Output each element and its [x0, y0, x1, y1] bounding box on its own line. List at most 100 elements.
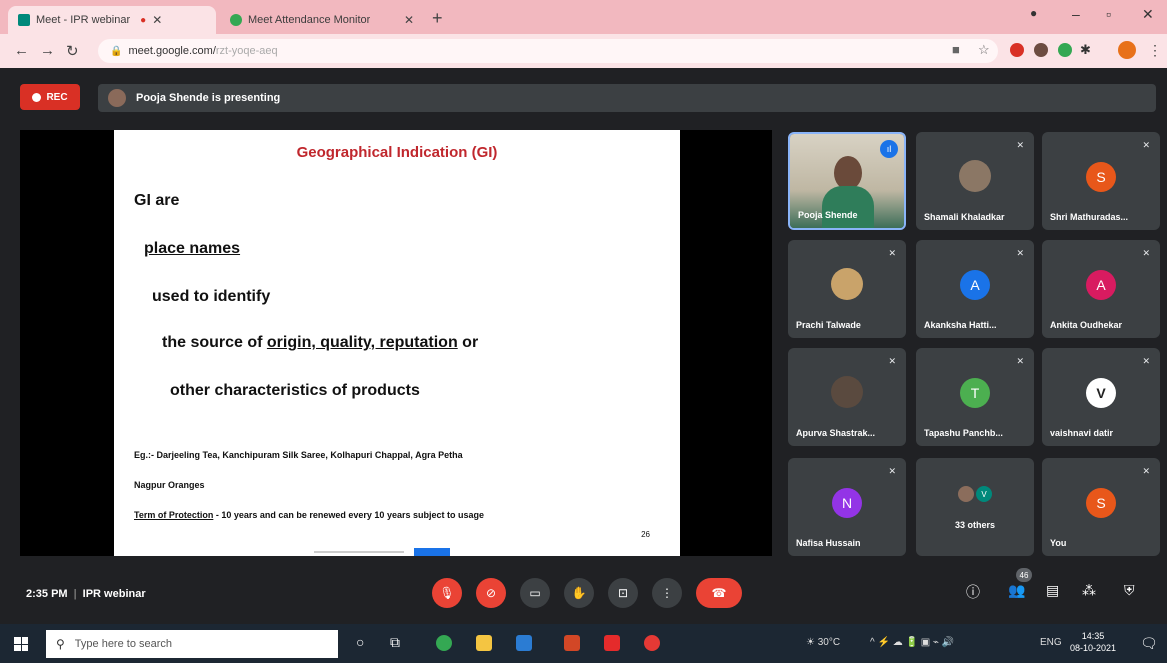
leave-call-button[interactable]: ☎ — [696, 578, 742, 608]
meeting-info-icon[interactable]: ⓘ — [966, 582, 980, 602]
tray-icons[interactable]: ^ ⚡ ☁ 🔋 ▣ ⌁ 🔊 — [870, 637, 954, 648]
extension-icon[interactable] — [1010, 43, 1024, 57]
new-tab-icon[interactable]: + — [432, 8, 443, 29]
slide-text: - 10 years and can be renewed every 10 y… — [213, 510, 484, 520]
participant-tile[interactable]: ✕ V vaishnavi datir — [1042, 348, 1160, 446]
task-view-icon[interactable]: ⧉ — [390, 634, 400, 651]
others-count: 33 others — [954, 520, 996, 530]
cortana-icon[interactable]: ○ — [356, 634, 364, 650]
taskbar-search-input[interactable]: ⚲ Type here to search — [46, 630, 338, 658]
others-tile[interactable]: V 33 others — [916, 458, 1034, 556]
reload-icon[interactable]: ↻ — [66, 42, 79, 60]
app-icon[interactable] — [644, 635, 660, 651]
slide-toolbar-button[interactable] — [414, 548, 450, 556]
participant-tile[interactable]: ıl Pooja Shende — [788, 132, 906, 230]
participant-name: Shri Mathuradas... — [1050, 212, 1129, 222]
close-window-icon[interactable]: ✕ — [1142, 6, 1154, 23]
meeting-name: IPR webinar — [82, 588, 146, 600]
profile-dot-icon[interactable]: ● — [1030, 6, 1037, 20]
file-explorer-icon[interactable] — [476, 635, 492, 651]
windows-taskbar: ⚲ Type here to search ○ ⧉ ☀ 30°C ^ ⚡ ☁ 🔋… — [0, 624, 1167, 663]
present-button[interactable]: ⊡ — [608, 578, 638, 608]
extension-icon[interactable] — [1058, 43, 1072, 57]
taskbar-clock[interactable]: 14:35 08-10-2021 — [1070, 630, 1116, 654]
avatar: A — [1086, 270, 1116, 300]
maximize-icon[interactable]: ▫ — [1106, 6, 1111, 22]
meeting-time: 2:35 PM — [26, 588, 68, 600]
present-screen-icon: ⊡ — [617, 586, 629, 600]
windows-start-icon[interactable] — [14, 637, 28, 651]
participant-tile[interactable]: ✕ Shamali Khaladkar — [916, 132, 1034, 230]
chrome-icon[interactable] — [436, 635, 452, 651]
participant-name: You — [1050, 538, 1067, 548]
mic-off-icon: 🎙 — [439, 586, 455, 600]
lock-icon: 🔒 — [110, 45, 123, 57]
participant-tile[interactable]: ✕ T Tapashu Panchb... — [916, 348, 1034, 446]
mic-muted-icon: ✕ — [1142, 466, 1150, 476]
minimize-icon[interactable]: – — [1072, 6, 1080, 22]
mic-muted-icon: ✕ — [888, 248, 896, 258]
extension-icon[interactable] — [1034, 43, 1048, 57]
avatar — [958, 486, 974, 502]
participant-tile[interactable]: ✕ A Ankita Oudhekar — [1042, 240, 1160, 338]
avatar: S — [1086, 162, 1116, 192]
acrobat-icon[interactable] — [604, 635, 620, 651]
mic-toggle-button[interactable]: 🎙 — [432, 578, 462, 608]
participant-name: Shamali Khaladkar — [924, 212, 1005, 222]
forward-icon[interactable]: → — [40, 42, 55, 59]
rec-label: REC — [46, 91, 68, 103]
camera-icon[interactable]: ■ — [952, 42, 960, 57]
avatar: N — [832, 488, 862, 518]
close-tab-icon[interactable]: ✕ — [404, 13, 414, 27]
camera-toggle-button[interactable]: ⊘ — [476, 578, 506, 608]
host-controls-icon[interactable]: ⛨ — [1124, 582, 1135, 599]
participant-tile[interactable]: ✕ N Nafisa Hussain — [788, 458, 906, 556]
activities-icon[interactable]: ⁂ — [1082, 582, 1096, 599]
address-bar[interactable]: 🔒 meet.google.com/ rzt-yoqe-aeq — [98, 39, 998, 63]
clock-date: 08-10-2021 — [1070, 643, 1117, 653]
search-placeholder: Type here to search — [74, 638, 173, 650]
meet-window: REC Pooja Shende is presenting Geographi… — [0, 68, 1167, 624]
extension-favicon-icon — [230, 14, 242, 26]
more-options-button[interactable]: ⋮ — [652, 578, 682, 608]
recording-indicator[interactable]: REC — [20, 84, 80, 110]
participant-name: Akanksha Hatti... — [924, 320, 997, 330]
avatar: S — [1086, 488, 1116, 518]
participant-tile[interactable]: ✕ S Shri Mathuradas... — [1042, 132, 1160, 230]
bookmark-star-icon[interactable]: ☆ — [978, 42, 990, 58]
hand-icon: ✋ — [571, 586, 587, 600]
participant-tile[interactable]: ✕ Apurva Shastrak... — [788, 348, 906, 446]
avatar[interactable] — [1118, 41, 1136, 59]
tab-attendance-monitor[interactable]: Meet Attendance Monitor ✕ — [220, 6, 424, 34]
chrome-menu-icon[interactable]: ⋮ — [1148, 42, 1162, 59]
weather-temp: 30°C — [817, 637, 841, 648]
notification-icon[interactable]: 🗨 — [1140, 635, 1158, 652]
back-icon[interactable]: ← — [14, 42, 29, 59]
raise-hand-button[interactable]: ✋ — [564, 578, 594, 608]
participant-tile[interactable]: ✕ A Akanksha Hatti... — [916, 240, 1034, 338]
slide-page-number: 26 — [641, 530, 650, 539]
people-icon[interactable]: 👥 — [1008, 582, 1025, 599]
self-tile[interactable]: ✕ S You — [1042, 458, 1160, 556]
word-icon[interactable] — [516, 635, 532, 651]
participant-photo — [831, 268, 863, 300]
participant-name: Ankita Oudhekar — [1050, 320, 1123, 330]
recording-dot-icon: ● — [140, 14, 147, 26]
presenting-banner: Pooja Shende is presenting — [98, 84, 1156, 112]
camera-off-icon: ⊘ — [485, 586, 497, 600]
language-indicator[interactable]: ENG — [1040, 637, 1062, 648]
search-icon: ⚲ — [56, 637, 65, 651]
clock-time: 14:35 — [1081, 631, 1105, 641]
participant-name: vaishnavi datir — [1050, 428, 1114, 438]
weather-widget[interactable]: ☀ 30°C — [806, 637, 840, 648]
close-tab-icon[interactable]: ✕ — [152, 13, 162, 27]
participant-tile[interactable]: ✕ Prachi Talwade — [788, 240, 906, 338]
mic-muted-icon: ✕ — [1142, 356, 1150, 366]
slide-line: other characteristics of products — [170, 382, 420, 399]
tab-meet[interactable]: Meet - IPR webinar ● ✕ — [8, 6, 216, 34]
speaking-indicator-icon: ıl — [880, 140, 898, 158]
puzzle-extensions-icon[interactable]: ✱ — [1080, 42, 1091, 58]
powerpoint-icon[interactable] — [564, 635, 580, 651]
chat-icon[interactable]: ▤ — [1046, 582, 1059, 599]
captions-button[interactable]: ▭ — [520, 578, 550, 608]
